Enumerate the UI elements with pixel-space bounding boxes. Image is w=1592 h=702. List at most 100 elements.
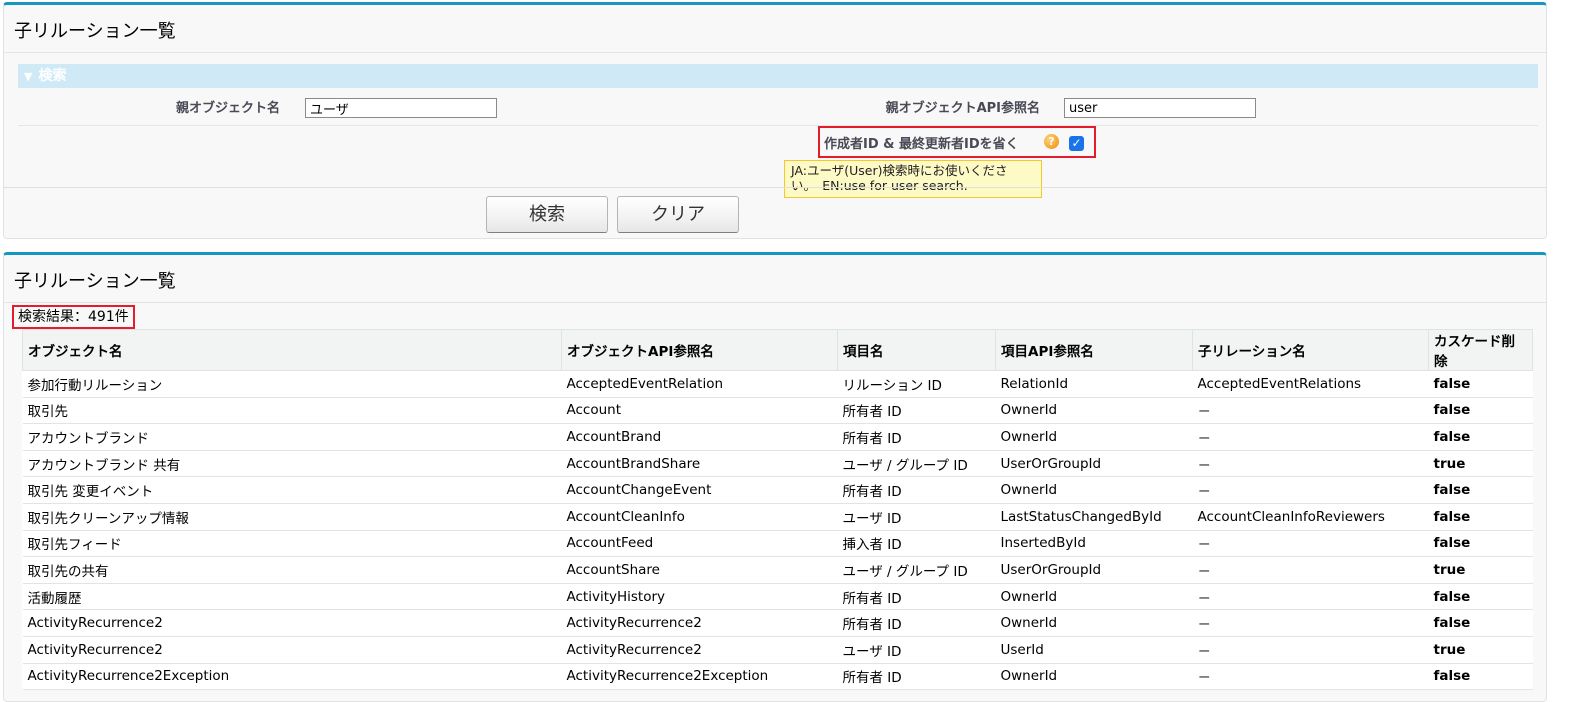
table-cell: ユーザ ID <box>837 636 996 664</box>
table-cell: 所有者 ID <box>837 423 996 451</box>
column-header[interactable]: 項目名 <box>837 329 996 371</box>
column-header[interactable]: オブジェクトAPI参照名 <box>561 329 838 371</box>
table-cell: 取引先 <box>22 397 562 425</box>
table-cell: 所有者 ID <box>837 663 996 691</box>
title-divider <box>4 52 1546 53</box>
column-header[interactable]: 子リレーション名 <box>1192 329 1429 371</box>
table-cell: － <box>1192 663 1429 691</box>
table-cell: OwnerId <box>995 583 1193 611</box>
table-cell: AccountCleanInfoReviewers <box>1192 503 1429 531</box>
table-row: 活動履歴 ActivityHistory 所有者 ID OwnerId － false <box>22 583 1533 611</box>
table-cell: 参加行動リルーション <box>22 370 562 398</box>
table-row: 取引先クリーンアップ情報 AccountCleanInfo ユーザ ID LastSt… <box>22 503 1533 531</box>
table-cell: アカウントブランド <box>22 423 562 451</box>
table-cell: ActivityRecurrence2Exception <box>561 663 838 691</box>
table-cell: － <box>1192 476 1429 504</box>
search-panel-title: 子リルーション一覧 <box>14 21 176 42</box>
table-cell: OwnerId <box>995 476 1193 504</box>
page-scrollbar[interactable] <box>1580 0 1592 693</box>
table-cell: ActivityRecurrence2 <box>561 636 838 664</box>
result-count: 検索結果：491件 <box>12 305 135 329</box>
search-section-label: 検索 <box>38 68 67 84</box>
table-cell: 所有者 ID <box>837 609 996 637</box>
exclude-checkbox[interactable]: ✓ <box>1069 136 1084 151</box>
cascade-delete-cell: false <box>1428 503 1533 531</box>
clear-button[interactable]: クリア <box>617 196 739 233</box>
cascade-delete-cell: false <box>1428 423 1533 451</box>
table-cell: － <box>1192 450 1429 478</box>
tooltip-line-1: JA:ユーザ(User)検索時にお使いくださ <box>791 163 1008 178</box>
table-cell: AccountBrandShare <box>561 450 838 478</box>
table-row: ActivityRecurrence2Exception ActivityRecu… <box>22 663 1533 691</box>
table-cell: AccountCleanInfo <box>561 503 838 531</box>
table-cell: ユーザ ID <box>837 503 996 531</box>
parent-object-input[interactable] <box>305 98 497 118</box>
results-body: 参加行動リルーション AcceptedEventRelation リルーション ID… <box>22 370 1533 691</box>
table-cell: OwnerId <box>995 397 1193 425</box>
table-cell: ActivityRecurrence2 <box>22 609 562 637</box>
table-row: 取引先 Account 所有者 ID OwnerId － false <box>22 397 1533 425</box>
table-cell: 取引先 変更イベント <box>22 476 562 504</box>
table-row: ActivityRecurrence2 ActivityRecurrence2 ユー… <box>22 636 1533 664</box>
button-bar-divider <box>4 187 1546 188</box>
help-tooltip: JA:ユーザ(User)検索時にお使いくださ い。 EN:use for use… <box>784 160 1042 198</box>
table-cell: ユーザ / グループ ID <box>837 556 996 584</box>
cascade-delete-cell: false <box>1428 397 1533 425</box>
table-cell: － <box>1192 423 1429 451</box>
search-section-header[interactable]: ▼ 検索 <box>18 64 1538 88</box>
parent-api-label: 親オブジェクトAPI参照名 <box>885 101 1040 116</box>
table-cell: 所有者 ID <box>837 397 996 425</box>
table-row: アカウントブランド AccountBrand 所有者 ID OwnerId － false <box>22 423 1533 451</box>
table-cell: リルーション ID <box>837 370 996 398</box>
search-button[interactable]: 検索 <box>486 196 608 233</box>
table-cell: AccountChangeEvent <box>561 476 838 504</box>
table-cell: AccountBrand <box>561 423 838 451</box>
help-icon[interactable]: ? <box>1044 134 1059 149</box>
tooltip-line-2: い。 EN:use for user search. <box>791 178 968 193</box>
table-cell: － <box>1192 397 1429 425</box>
table-row: アカウントブランド 共有 AccountBrandShare ユーザ / グループ … <box>22 450 1533 478</box>
cascade-delete-cell: false <box>1428 530 1533 558</box>
column-header[interactable]: 項目API参照名 <box>995 329 1193 371</box>
column-header[interactable]: オブジェクト名 <box>22 329 562 371</box>
table-cell: － <box>1192 609 1429 637</box>
table-cell: 活動履歴 <box>22 583 562 611</box>
table-cell: 所有者 ID <box>837 583 996 611</box>
cascade-delete-cell: false <box>1428 609 1533 637</box>
table-cell: 所有者 ID <box>837 476 996 504</box>
column-header[interactable]: カスケード削除 <box>1428 329 1533 371</box>
table-header-row: オブジェクト名 オブジェクトAPI参照名 項目名 項目API参照名 子リレーション名 カス… <box>22 329 1533 371</box>
table-cell: － <box>1192 530 1429 558</box>
table-cell: UserOrGroupId <box>995 556 1193 584</box>
table-cell: ActivityRecurrence2 <box>22 636 562 664</box>
table-cell: AcceptedEventRelation <box>561 370 838 398</box>
table-cell: OwnerId <box>995 609 1193 637</box>
table-cell: AcceptedEventRelations <box>1192 370 1429 398</box>
parent-api-input[interactable] <box>1064 98 1256 118</box>
table-cell: 挿入者 ID <box>837 530 996 558</box>
table-cell: ActivityRecurrence2Exception <box>22 663 562 691</box>
table-cell: 取引先フィード <box>22 530 562 558</box>
search-panel: 子リルーション一覧 ▼ 検索 親オブジェクト名 親オブジェクトAPI参照名 作成者… <box>3 2 1547 239</box>
cascade-delete-cell: true <box>1428 450 1533 478</box>
cascade-delete-cell: false <box>1428 370 1533 398</box>
cascade-delete-cell: true <box>1428 636 1533 664</box>
table-cell: ActivityHistory <box>561 583 838 611</box>
table-cell: LastStatusChangedById <box>995 503 1193 531</box>
table-cell: 取引先クリーンアップ情報 <box>22 503 562 531</box>
table-cell: － <box>1192 583 1429 611</box>
table-cell: 取引先の共有 <box>22 556 562 584</box>
collapse-triangle-icon[interactable]: ▼ <box>24 70 32 83</box>
table-cell: OwnerId <box>995 423 1193 451</box>
table-cell: AccountShare <box>561 556 838 584</box>
table-cell: AccountFeed <box>561 530 838 558</box>
exclude-option-label: 作成者ID & 最終更新者IDを省く <box>824 137 1019 152</box>
cascade-delete-cell: true <box>1428 556 1533 584</box>
table-cell: OwnerId <box>995 663 1193 691</box>
table-cell: Account <box>561 397 838 425</box>
results-panel-title: 子リルーション一覧 <box>14 271 176 292</box>
results-title-divider <box>4 302 1546 303</box>
table-cell: － <box>1192 556 1429 584</box>
table-row: 参加行動リルーション AcceptedEventRelation リルーション ID… <box>22 370 1533 398</box>
table-cell: UserOrGroupId <box>995 450 1193 478</box>
